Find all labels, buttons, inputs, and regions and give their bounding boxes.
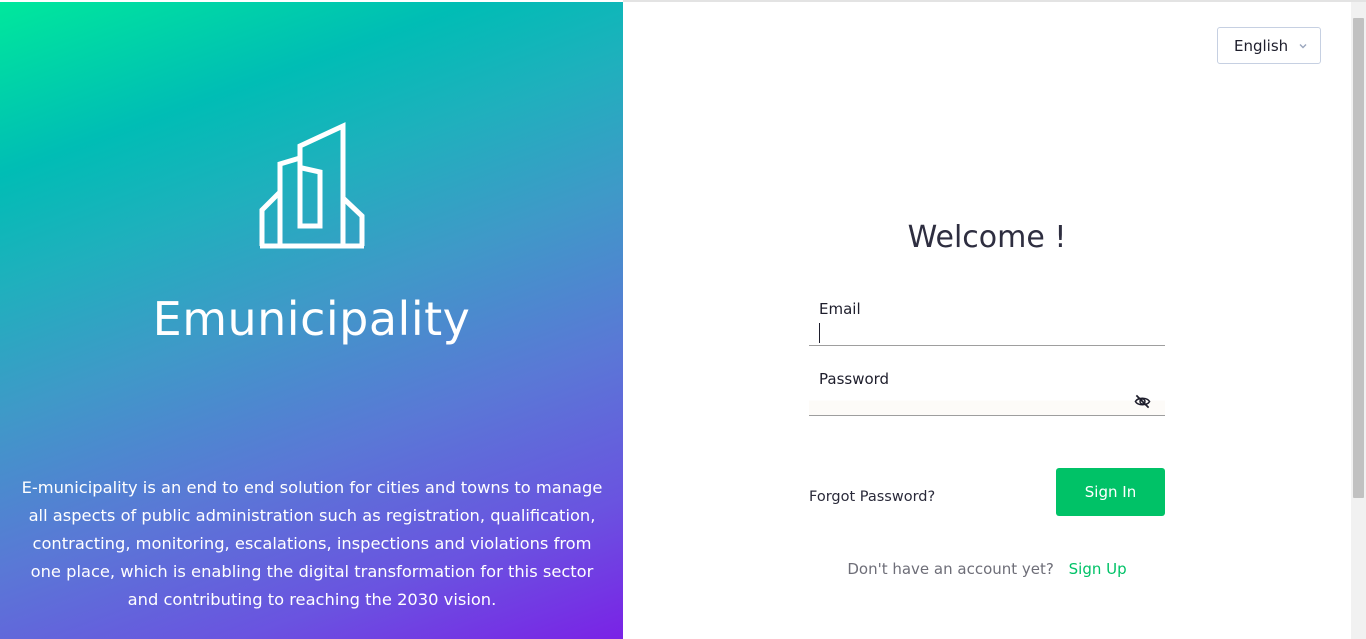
email-input[interactable] bbox=[819, 322, 1129, 344]
password-input[interactable] bbox=[819, 392, 1129, 414]
password-field: Password bbox=[809, 366, 1165, 416]
eye-off-icon[interactable] bbox=[1134, 393, 1151, 410]
language-select-value: English bbox=[1234, 36, 1289, 55]
signup-row: Don't have an account yet? Sign Up bbox=[809, 560, 1165, 578]
signup-prompt: Don't have an account yet? bbox=[847, 560, 1054, 578]
building-icon bbox=[259, 122, 365, 249]
password-label: Password bbox=[819, 370, 890, 388]
brand-name: Emunicipality bbox=[152, 292, 471, 346]
brand-panel: Emunicipality E-municipality is an end t… bbox=[0, 2, 623, 639]
sign-in-button[interactable]: Sign In bbox=[1056, 468, 1165, 516]
login-title: Welcome ! bbox=[907, 220, 1067, 255]
email-label: Email bbox=[819, 300, 861, 318]
text-caret bbox=[819, 323, 820, 343]
top-divider bbox=[623, 0, 1366, 2]
language-select[interactable]: English bbox=[1217, 27, 1321, 64]
brand-description: E-municipality is an end to end solution… bbox=[21, 478, 603, 609]
chevron-down-icon bbox=[1299, 44, 1307, 49]
email-field: Email bbox=[809, 296, 1165, 346]
sign-up-link[interactable]: Sign Up bbox=[1069, 560, 1127, 578]
scrollbar-thumb[interactable] bbox=[1353, 18, 1364, 498]
forgot-password-link[interactable]: Forgot Password? bbox=[809, 489, 935, 505]
